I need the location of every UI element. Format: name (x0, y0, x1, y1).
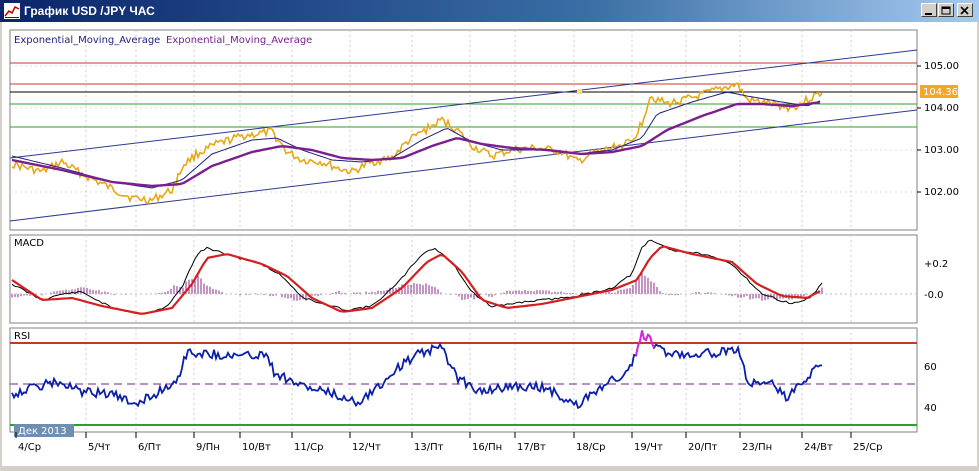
price-tick-label: 104.00 (924, 103, 959, 114)
indicator-label-ema-2: Exponential_Moving_Average (166, 35, 312, 46)
close-icon (960, 6, 969, 15)
macd-tick-zero: -0.0 (924, 290, 944, 301)
time-tick-label: 24/Вт (804, 442, 833, 453)
time-axis: 4/Ср 5/Чт 6/Пт 9/Пн 10/Вт 11/Ср 12/Чт 13/Пт 16/П… (15, 432, 882, 453)
current-price-value: 104.36 (923, 87, 958, 98)
macd-panel[interactable]: MACD +0.2 -0.0 (9, 234, 948, 324)
indicator-label-ema-1: Exponential_Moving_Average (14, 35, 160, 46)
time-tick-label: 17/Вт (517, 442, 546, 453)
macd-tick-plus: +0.2 (924, 259, 948, 270)
price-axis: 105.00 104.00 103.00 102.00 (917, 61, 959, 198)
time-tick-label: 13/Пт (414, 442, 444, 453)
maximize-icon (941, 6, 951, 15)
price-panel-frame (9, 29, 918, 231)
time-tick-label: 19/Чт (634, 442, 663, 453)
channel-anchor-marker[interactable] (577, 89, 582, 94)
time-tick-label: 23/Пн (742, 442, 772, 453)
time-tick-label: 5/Чт (88, 442, 111, 453)
rsi-label: RSI (14, 331, 30, 342)
price-tick-label: 105.00 (924, 61, 959, 72)
time-tick-label: 10/Вт (242, 442, 271, 453)
time-tick-label: 12/Чт (352, 442, 381, 453)
time-tick-label: 25/Ср (853, 442, 882, 453)
time-tick-label: 9/Пн (196, 442, 220, 453)
time-tick-label: 18/Ср (576, 442, 605, 453)
price-tick-label: 102.00 (924, 187, 959, 198)
chart-app-icon (4, 3, 20, 19)
price-panel[interactable]: Exponential_Moving_Average Exponential_M… (9, 29, 959, 231)
rsi-panel[interactable]: RSI 60 40 Дек 2013 (9, 327, 937, 437)
time-tick-label: 6/Пт (138, 442, 161, 453)
price-tick-label: 103.00 (924, 145, 959, 156)
macd-label: MACD (14, 238, 44, 249)
title-bar: График USD /JPY ЧАС (0, 0, 979, 22)
maximize-button[interactable] (938, 3, 954, 17)
chart-window: Exponential_Moving_Average Exponential_M… (2, 22, 977, 466)
rsi-tick-40: 40 (924, 403, 937, 414)
time-tick-label: 4/Ср (18, 442, 41, 453)
window-title: График USD /JPY ЧАС (24, 4, 155, 18)
minimize-button[interactable] (921, 3, 937, 17)
time-tick-label: 16/Пн (472, 442, 502, 453)
minimize-icon (925, 13, 932, 15)
period-badge-label: Дек 2013 (18, 426, 67, 437)
time-tick-label: 11/Ср (294, 442, 323, 453)
chart-canvas[interactable]: Exponential_Moving_Average Exponential_M… (2, 22, 977, 466)
close-button[interactable] (957, 3, 973, 17)
time-tick-label: 20/Пт (688, 442, 718, 453)
rsi-tick-60: 60 (924, 362, 937, 373)
